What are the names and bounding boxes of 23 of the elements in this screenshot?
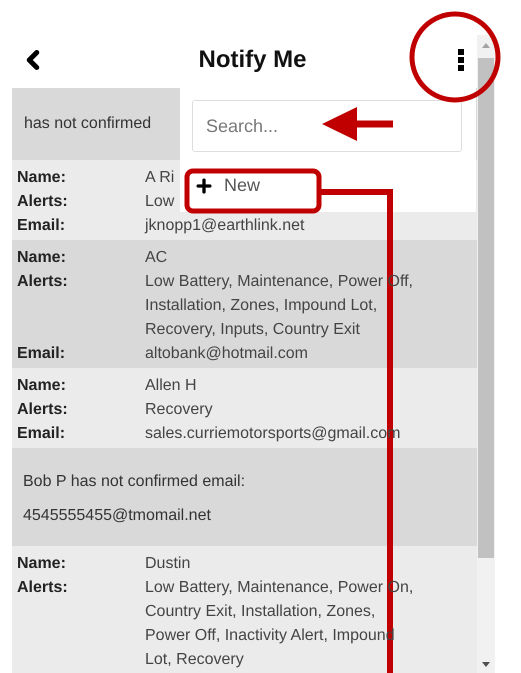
field-value: Low — [145, 192, 174, 212]
field-label: Email: — [17, 424, 66, 444]
field-value: jknopp1@earthlink.net — [145, 216, 304, 236]
unconfirmed-text: 4545555455@tmomail.net — [23, 506, 211, 526]
unconfirmed-text: Bob P has not confirmed email: — [23, 472, 246, 492]
field-label: Email: — [17, 344, 66, 364]
page-title: Notify Me — [198, 45, 306, 75]
unconfirmed-text: has not confirmed — [24, 114, 152, 134]
field-label: Name: — [17, 554, 67, 574]
field-value: altobank@hotmail.com — [145, 344, 308, 364]
field-label: Alerts: — [17, 400, 69, 420]
field-label: Email: — [17, 216, 66, 236]
field-label: Name: — [17, 168, 67, 188]
field-value: Recovery — [145, 400, 213, 420]
field-label: Alerts: — [17, 192, 69, 212]
field-label: Name: — [17, 248, 67, 268]
field-label: Alerts: — [17, 272, 69, 292]
field-label: Alerts: — [17, 578, 69, 598]
field-label: Name: — [17, 376, 67, 396]
field-value: A Ri — [145, 168, 174, 188]
field-value: Allen H — [145, 376, 197, 396]
field-value: AC — [145, 248, 168, 268]
field-value: Dustin — [145, 554, 190, 574]
